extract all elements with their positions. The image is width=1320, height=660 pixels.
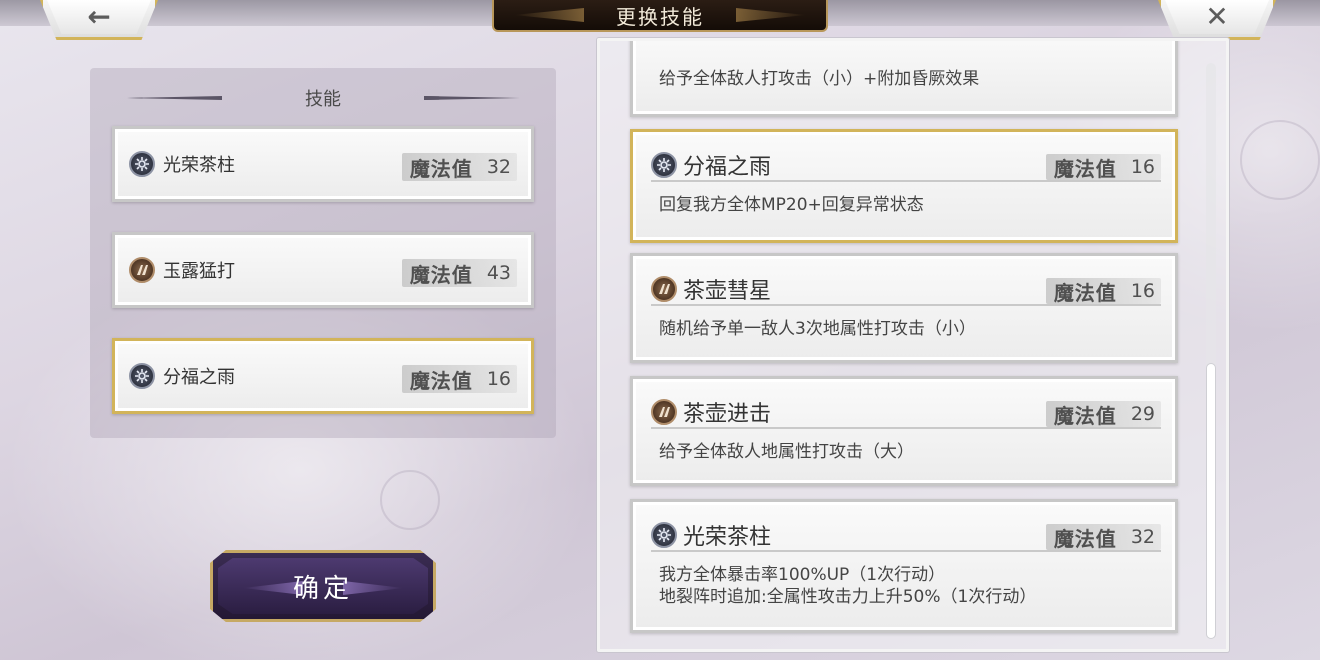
equipped-skill-slot[interactable]: 玉露猛打 魔法值 43 <box>112 232 534 308</box>
skill-name: 茶壶进击 <box>683 402 772 427</box>
skill-description: 给予全体敌人打攻击（小）+附加昏厥效果 <box>659 69 980 89</box>
mp-label: 魔法值 <box>1053 526 1117 551</box>
back-button[interactable]: ← <box>40 0 158 40</box>
skill-description: 给予全体敌人地属性打攻击（大） <box>659 441 1161 463</box>
equipped-skills-header: 技能 <box>90 86 556 110</box>
skill-card-header: 光荣茶柱 魔法值 32 <box>651 520 1161 552</box>
mp-value: 16 <box>486 368 511 390</box>
close-button[interactable]: ✕ <box>1158 0 1276 40</box>
mp-label: 魔法值 <box>1053 403 1117 428</box>
skill-name: 光荣茶柱 <box>163 155 235 176</box>
mp-label: 魔法值 <box>409 156 473 181</box>
mp-label: 魔法值 <box>409 262 473 287</box>
mp-cost-tag: 魔法值 32 <box>1045 524 1161 551</box>
back-arrow-icon: ← <box>87 0 111 33</box>
mp-cost-tag: 魔法值 32 <box>401 153 517 181</box>
confirm-label: 确定 <box>292 573 353 604</box>
wind-element-icon <box>129 363 155 389</box>
earth-element-icon <box>651 276 677 302</box>
mp-value: 32 <box>1130 526 1155 548</box>
mp-cost-tag: 魔法值 29 <box>1045 401 1161 428</box>
skill-card-header: 茶壶彗星 魔法值 16 <box>651 274 1161 306</box>
mp-cost-tag: 魔法值 16 <box>1045 278 1161 305</box>
skill-description-line: 随机给予单一敌人3次地属性打攻击（小） <box>659 319 976 339</box>
earth-element-icon <box>651 399 677 425</box>
title-bar: 更换技能 <box>492 0 828 32</box>
skill-name: 玉露猛打 <box>163 261 235 282</box>
skill-card[interactable]: 茶壶进击 魔法值 29 给予全体敌人地属性打攻击（大） <box>630 376 1178 486</box>
mp-label: 魔法值 <box>1053 280 1117 305</box>
mp-cost-tag: 魔法值 16 <box>1045 154 1161 181</box>
background-ornament <box>1240 120 1320 200</box>
skill-description-line: 地裂阵时追加:全属性攻击力上升50%（1次行动） <box>659 587 1037 607</box>
wind-element-icon <box>651 522 677 548</box>
skill-list-panel[interactable]: 给予全体敌人打攻击（小）+附加昏厥效果 分福之雨 魔法值 16 回复我方全体MP20+… <box>597 38 1229 652</box>
skill-card-partial[interactable]: 给予全体敌人打攻击（小）+附加昏厥效果 <box>630 41 1178 117</box>
skill-card[interactable]: 光荣茶柱 魔法值 32 我方全体暴击率100%UP（1次行动） 地裂阵时追加:全属性攻击… <box>630 499 1178 633</box>
background-ornament <box>380 470 440 530</box>
wind-element-icon <box>129 151 155 177</box>
mp-label: 魔法值 <box>1053 156 1117 181</box>
wind-element-icon <box>651 152 677 178</box>
mp-value: 32 <box>486 156 511 178</box>
scrollbar-thumb[interactable] <box>1206 363 1216 639</box>
equipped-skill-slot[interactable]: 光荣茶柱 魔法值 32 <box>112 126 534 202</box>
skill-description: 随机给予单一敌人3次地属性打攻击（小） <box>659 318 1161 340</box>
close-icon: ✕ <box>1205 0 1229 33</box>
skill-card[interactable]: 茶壶彗星 魔法值 16 随机给予单一敌人3次地属性打攻击（小） <box>630 253 1178 363</box>
equipped-skill-slot[interactable]: 分福之雨 魔法值 16 <box>112 338 534 414</box>
skill-card[interactable]: 分福之雨 魔法值 16 回复我方全体MP20+回复异常状态 <box>630 129 1178 243</box>
page-title: 更换技能 <box>616 4 704 29</box>
skill-name: 光荣茶柱 <box>683 525 772 550</box>
skill-description: 回复我方全体MP20+回复异常状态 <box>659 194 1161 216</box>
mp-value: 43 <box>486 262 511 284</box>
mp-value: 29 <box>1130 403 1155 425</box>
skill-description-line: 给予全体敌人地属性打攻击（大） <box>659 442 914 462</box>
equipped-skills-panel: 技能 光荣茶柱 魔法值 32 玉露猛打 魔法值 43 分福之雨 魔法值 16 <box>90 68 556 438</box>
skill-card-header: 茶壶进击 魔法值 29 <box>651 397 1161 429</box>
skill-name: 分福之雨 <box>163 367 235 388</box>
confirm-button[interactable]: 确定 <box>210 550 436 622</box>
earth-element-icon <box>129 257 155 283</box>
mp-cost-tag: 魔法值 16 <box>401 365 517 393</box>
scrollbar-track[interactable] <box>1206 63 1216 639</box>
mp-value: 16 <box>1130 280 1155 302</box>
skill-name: 茶壶彗星 <box>683 279 772 304</box>
skill-name: 分福之雨 <box>683 155 772 180</box>
mp-value: 16 <box>1130 156 1155 178</box>
mp-label: 魔法值 <box>409 368 473 393</box>
flourish-right-icon <box>424 96 520 100</box>
equipped-skills-heading: 技能 <box>305 89 341 110</box>
skill-description-line: 回复我方全体MP20+回复异常状态 <box>659 195 924 215</box>
flourish-left-icon <box>126 96 222 100</box>
mp-cost-tag: 魔法值 43 <box>401 259 517 287</box>
skill-description: 我方全体暴击率100%UP（1次行动） 地裂阵时追加:全属性攻击力上升50%（1次… <box>659 564 1161 608</box>
skill-description-line: 我方全体暴击率100%UP（1次行动） <box>659 565 946 585</box>
skill-card-header: 分福之雨 魔法值 16 <box>651 150 1161 182</box>
